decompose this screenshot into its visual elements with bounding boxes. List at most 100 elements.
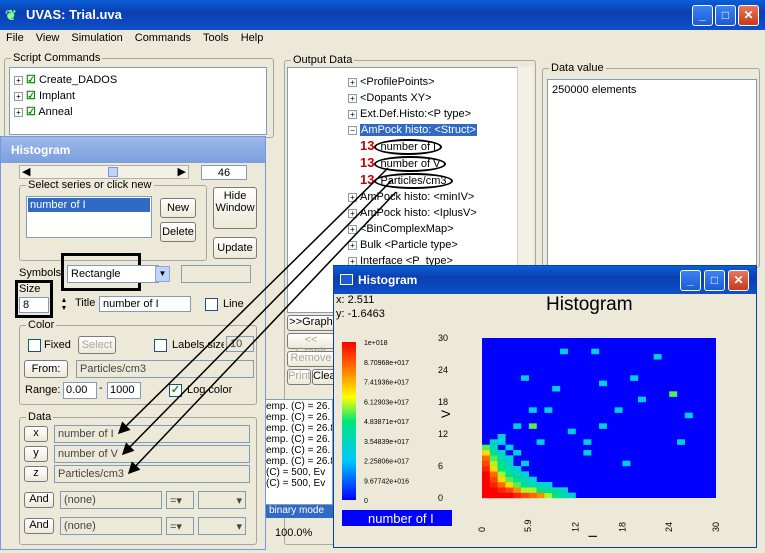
menu-commands[interactable]: Commands xyxy=(129,30,197,44)
output-subitem[interactable]: 13 number of I xyxy=(348,138,532,155)
heatmap-cell xyxy=(497,482,506,488)
menu-help[interactable]: Help xyxy=(235,30,270,44)
from-button[interactable]: From: xyxy=(24,360,68,378)
heatmap-cell xyxy=(489,450,498,456)
menu-tools[interactable]: Tools xyxy=(197,30,235,44)
x-tick-label: 24 xyxy=(664,522,674,532)
dialog-title: Histogram xyxy=(11,143,71,157)
heatmap-cell xyxy=(528,476,537,483)
print-button[interactable]: Print xyxy=(287,369,311,385)
heatmap-cell xyxy=(513,471,522,477)
delete-button[interactable]: Delete xyxy=(160,222,196,242)
expand-icon[interactable]: + xyxy=(14,107,23,117)
graph-back-button[interactable]: << Graph xyxy=(287,333,335,358)
symbol-dropdown[interactable]: Rectangle xyxy=(67,265,159,283)
size-field[interactable]: 8 xyxy=(19,297,49,313)
and-value-1[interactable]: ▾ xyxy=(198,491,246,509)
plot-maximize-button[interactable]: □ xyxy=(704,270,725,291)
size-label: Size xyxy=(19,283,41,295)
update-button[interactable]: Update xyxy=(213,237,257,259)
log-color-checkbox[interactable]: ✓ xyxy=(169,384,182,397)
series-list[interactable]: number of I xyxy=(26,196,152,238)
size-spinner[interactable]: ▲ ▼ xyxy=(57,297,71,313)
heatmap-cell xyxy=(684,412,693,419)
y-field: number of V xyxy=(54,445,250,463)
expand-icon[interactable]: + xyxy=(14,91,23,101)
output-item[interactable]: + <ProfilePoints> xyxy=(348,74,532,90)
output-subitem[interactable]: 13 Particles/cm3 xyxy=(348,172,532,189)
and-op-1[interactable]: =▾ xyxy=(166,491,194,509)
symbol-dropdown-arrow[interactable]: ▼ xyxy=(155,266,170,282)
range-max-field[interactable]: 1000 xyxy=(107,382,141,399)
menu-view[interactable]: View xyxy=(30,30,66,44)
x-button[interactable]: x xyxy=(24,426,48,442)
output-item[interactable]: + <Dopants XY> xyxy=(348,90,532,106)
colorbar-tick-label: 6.12903e+017 xyxy=(364,399,409,406)
heatmap-cell xyxy=(482,460,490,467)
script-tree[interactable]: + ☑ Create_DADOS + ☑ Implant + ☑ Anneal xyxy=(9,67,267,135)
labels-checkbox[interactable] xyxy=(154,339,167,352)
heatmap-cell xyxy=(677,439,685,445)
plot-close-button[interactable]: ✕ xyxy=(728,270,749,291)
expand-icon[interactable]: + xyxy=(14,75,23,85)
output-item[interactable]: + Bulk <Particle type> xyxy=(348,237,532,253)
slider-value-field[interactable]: 46 xyxy=(201,165,247,180)
series-item[interactable]: number of I xyxy=(28,198,150,212)
slider-right-icon[interactable]: ▶ xyxy=(178,165,186,178)
hide-window-button[interactable]: Hide Window xyxy=(213,187,257,229)
colorbar-tick-label: 8.70968e+017 xyxy=(364,360,409,367)
z-button[interactable]: z xyxy=(24,466,48,482)
slider-track[interactable]: ◀ ▶ xyxy=(19,165,189,179)
symbols-label: Symbols xyxy=(19,267,62,279)
slider-thumb[interactable] xyxy=(108,167,118,177)
heatmap-cell xyxy=(489,476,498,483)
colorbar-tick-label: 2.25806e+017 xyxy=(364,459,409,466)
script-item[interactable]: + ☑ Implant xyxy=(14,88,262,104)
fixed-checkbox[interactable] xyxy=(28,339,41,352)
remove-button[interactable]: Remove xyxy=(287,351,335,367)
and-value-2[interactable]: ▾ xyxy=(198,517,246,535)
y-tick-label: 24 xyxy=(438,365,448,375)
select-color-button[interactable]: Select xyxy=(78,336,116,354)
script-item[interactable]: + ☑ Create_DADOS xyxy=(14,72,262,88)
minimize-button[interactable]: _ xyxy=(692,5,713,26)
graph-forward-button[interactable]: >>Graph xyxy=(287,315,335,331)
heatmap-cell xyxy=(482,471,490,477)
menu-simulation[interactable]: Simulation xyxy=(65,30,128,44)
and-op-2[interactable]: =▾ xyxy=(166,517,194,535)
output-subitem[interactable]: 13 number of V xyxy=(348,155,532,172)
output-item[interactable]: + <BinComplexMap> xyxy=(348,221,532,237)
maximize-button[interactable]: □ xyxy=(715,5,736,26)
plot-minimize-button[interactable]: _ xyxy=(680,270,701,291)
and-field-2: (none) xyxy=(60,517,162,535)
output-item[interactable]: + AmPock histo: <IplusV> xyxy=(348,205,532,221)
heatmap-cell xyxy=(482,492,490,499)
x-readout: x: 2.511 xyxy=(336,294,375,306)
title-field[interactable]: number of I xyxy=(99,296,191,312)
labels-size-field[interactable]: 10 xyxy=(226,336,254,352)
line-checkbox[interactable] xyxy=(205,298,218,311)
range-separator: - xyxy=(99,382,103,394)
heatmap-cell xyxy=(489,492,498,499)
series-label: Select series or click new xyxy=(26,179,154,191)
script-commands-group: Script Commands + ☑ Create_DADOS + ☑ Impla… xyxy=(4,52,274,138)
plot-window-icon xyxy=(340,274,353,285)
output-item-selected[interactable]: − AmPock histo: <Struct> xyxy=(348,122,532,138)
range-min-field[interactable]: 0.00 xyxy=(63,382,97,399)
data-value-group: Data value 250000 elements xyxy=(542,62,760,268)
from-field: Particles/cm3 xyxy=(76,360,254,378)
and-button-2[interactable]: And xyxy=(24,518,54,534)
menu-file[interactable]: File xyxy=(0,30,30,44)
output-item[interactable]: + AmPock histo: <minIV> xyxy=(348,189,532,205)
and-button-1[interactable]: And xyxy=(24,492,54,508)
close-button[interactable]: ✕ xyxy=(738,5,759,26)
heatmap-cell xyxy=(583,450,592,456)
y-button[interactable]: y xyxy=(24,446,48,462)
x-tick-label: 30 xyxy=(711,522,721,532)
new-button[interactable]: New xyxy=(160,198,196,218)
heatmap-cell xyxy=(653,354,662,360)
script-item[interactable]: + ☑ Anneal xyxy=(14,104,262,120)
heatmap-cell xyxy=(482,482,490,488)
slider-left-icon[interactable]: ◀ xyxy=(22,165,30,178)
output-item[interactable]: + Ext.Def.Histo:<P type> xyxy=(348,106,532,122)
